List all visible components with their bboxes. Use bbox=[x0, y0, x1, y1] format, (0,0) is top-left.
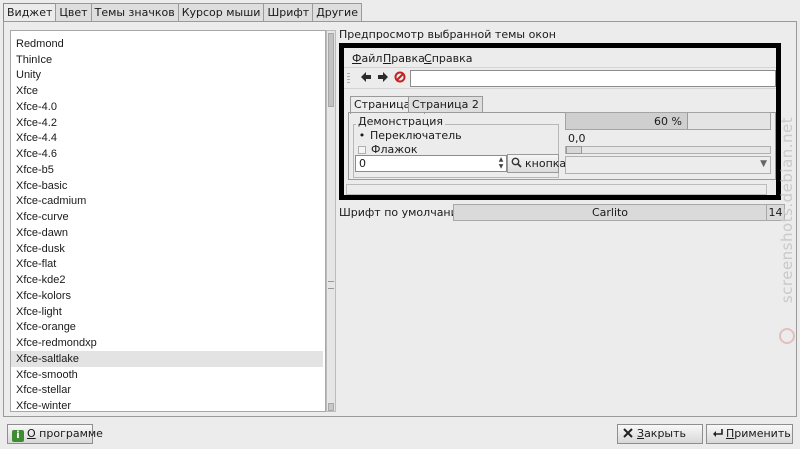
list-item[interactable]: Xfce-smooth bbox=[11, 367, 323, 383]
tab-icon-themes[interactable]: Темы значков bbox=[90, 3, 179, 22]
notebook-tabs: Виджет Цвет Темы значков Курсор мыши Шри… bbox=[3, 3, 362, 23]
radio-label: Переключатель bbox=[370, 129, 462, 142]
list-item[interactable]: Unity bbox=[11, 67, 323, 83]
radio-button[interactable]: • Переключатель bbox=[358, 129, 462, 142]
watermark: screenshots.debian.net bbox=[776, 70, 798, 360]
list-item[interactable]: Xfce-cadmium bbox=[11, 193, 323, 209]
preview-statusbar bbox=[346, 184, 767, 195]
magnifier-icon bbox=[510, 157, 522, 169]
watermark-text: screenshots.debian.net bbox=[778, 116, 796, 304]
scale-value: 0,0 bbox=[568, 132, 586, 145]
list-item[interactable]: Xfce-curve bbox=[11, 209, 323, 225]
chevron-down-icon[interactable]: ▼ bbox=[760, 159, 767, 169]
scrollbar-grip bbox=[328, 281, 334, 289]
list-item[interactable]: Xfce-4.6 bbox=[11, 146, 323, 162]
list-item[interactable]: Xfce-kolors bbox=[11, 288, 323, 304]
radio-dot-icon: • bbox=[358, 129, 366, 142]
theme-list-scrollbar[interactable] bbox=[326, 30, 336, 412]
list-item-selected[interactable]: Xfce-saltlake bbox=[11, 351, 323, 367]
tab-other[interactable]: Другие bbox=[312, 3, 362, 22]
list-item[interactable]: Xfce-winter bbox=[11, 398, 323, 411]
default-font-label: Шрифт по умолчанию: bbox=[339, 206, 471, 219]
close-icon bbox=[622, 428, 634, 440]
list-item[interactable]: Redmond bbox=[11, 36, 323, 52]
scrollbar-thumb[interactable] bbox=[328, 33, 334, 107]
list-item[interactable]: Xfce-orange bbox=[11, 319, 323, 335]
watermark-logo-icon bbox=[779, 328, 795, 344]
progress-bar: 60 % bbox=[565, 112, 771, 130]
tab-mouse-cursor[interactable]: Курсор мыши bbox=[177, 3, 265, 22]
list-item[interactable]: Xfce-4.4 bbox=[11, 130, 323, 146]
list-item[interactable]: Xfce-4.2 bbox=[11, 115, 323, 131]
tab-font[interactable]: Шрифт bbox=[263, 3, 314, 22]
scrollbar-end bbox=[328, 403, 334, 411]
tab-widget[interactable]: Виджет bbox=[3, 3, 57, 23]
menu-help[interactable]: Справка bbox=[424, 52, 472, 65]
preview-toolbar bbox=[344, 67, 776, 89]
preview-menubar: Файл Правка Справка bbox=[344, 48, 776, 67]
list-item[interactable]: ThinIce bbox=[11, 52, 323, 68]
toolbar-entry[interactable] bbox=[410, 70, 776, 87]
list-item[interactable]: Xfce bbox=[11, 83, 323, 99]
combo-box[interactable]: ▼ bbox=[565, 156, 771, 174]
preview-window: Файл Правка Справка Страница 1 Страница … bbox=[339, 43, 781, 200]
demo-frame-title: Демонстрация bbox=[356, 115, 446, 128]
list-item[interactable]: Xfce-flat bbox=[11, 256, 323, 272]
about-button[interactable]: iО программе bbox=[7, 424, 103, 444]
list-item[interactable]: Xfce-basic bbox=[11, 178, 323, 194]
demo-button[interactable]: кнопка bbox=[507, 154, 566, 173]
list-item[interactable]: Xfce-redmondxp bbox=[11, 335, 323, 351]
toolbar-handle[interactable] bbox=[347, 73, 350, 85]
back-arrow-icon[interactable] bbox=[358, 71, 374, 87]
close-button[interactable]: Закрыть bbox=[617, 424, 703, 444]
checkbox-square-icon bbox=[358, 146, 366, 154]
list-item[interactable]: Xfce-dusk bbox=[11, 241, 323, 257]
list-item[interactable]: Xfce-b5 bbox=[11, 162, 323, 178]
preview-label: Предпросмотр выбранной темы окон bbox=[339, 28, 556, 41]
menu-edit[interactable]: Правка bbox=[383, 52, 425, 65]
progress-text: 60 % bbox=[654, 115, 682, 128]
default-font-button[interactable]: Carlito bbox=[453, 204, 767, 221]
tab-page-2[interactable]: Страница 2 bbox=[408, 96, 483, 113]
list-item[interactable]: Xfce-dawn bbox=[11, 225, 323, 241]
preview-window-body: Файл Правка Справка Страница 1 Страница … bbox=[344, 48, 776, 195]
spin-value: 0 bbox=[359, 157, 366, 170]
list-item[interactable]: Xfce-4.0 bbox=[11, 99, 323, 115]
list-item[interactable]: Xfce-kde2 bbox=[11, 272, 323, 288]
apply-button[interactable]: Применить bbox=[706, 424, 793, 444]
info-icon: i bbox=[12, 430, 24, 442]
return-arrow-icon bbox=[711, 428, 723, 440]
tab-color[interactable]: Цвет bbox=[55, 3, 92, 22]
scale-handle[interactable] bbox=[566, 146, 582, 154]
forward-arrow-icon[interactable] bbox=[375, 71, 391, 87]
list-item[interactable]: Xfce-stellar bbox=[11, 382, 323, 398]
theme-list[interactable]: Redmond ThinIce Unity Xfce Xfce-4.0 Xfce… bbox=[10, 30, 326, 412]
demo-button-label: кнопка bbox=[525, 157, 567, 170]
scale-slider[interactable] bbox=[565, 146, 771, 154]
spin-arrows-icon[interactable]: ▲ ▼ bbox=[497, 156, 505, 170]
list-item[interactable]: Xfce-light bbox=[11, 304, 323, 320]
stop-icon[interactable] bbox=[392, 71, 408, 87]
menu-file[interactable]: Файл bbox=[352, 52, 382, 65]
spin-button[interactable]: 0 ▲ ▼ bbox=[355, 155, 507, 172]
